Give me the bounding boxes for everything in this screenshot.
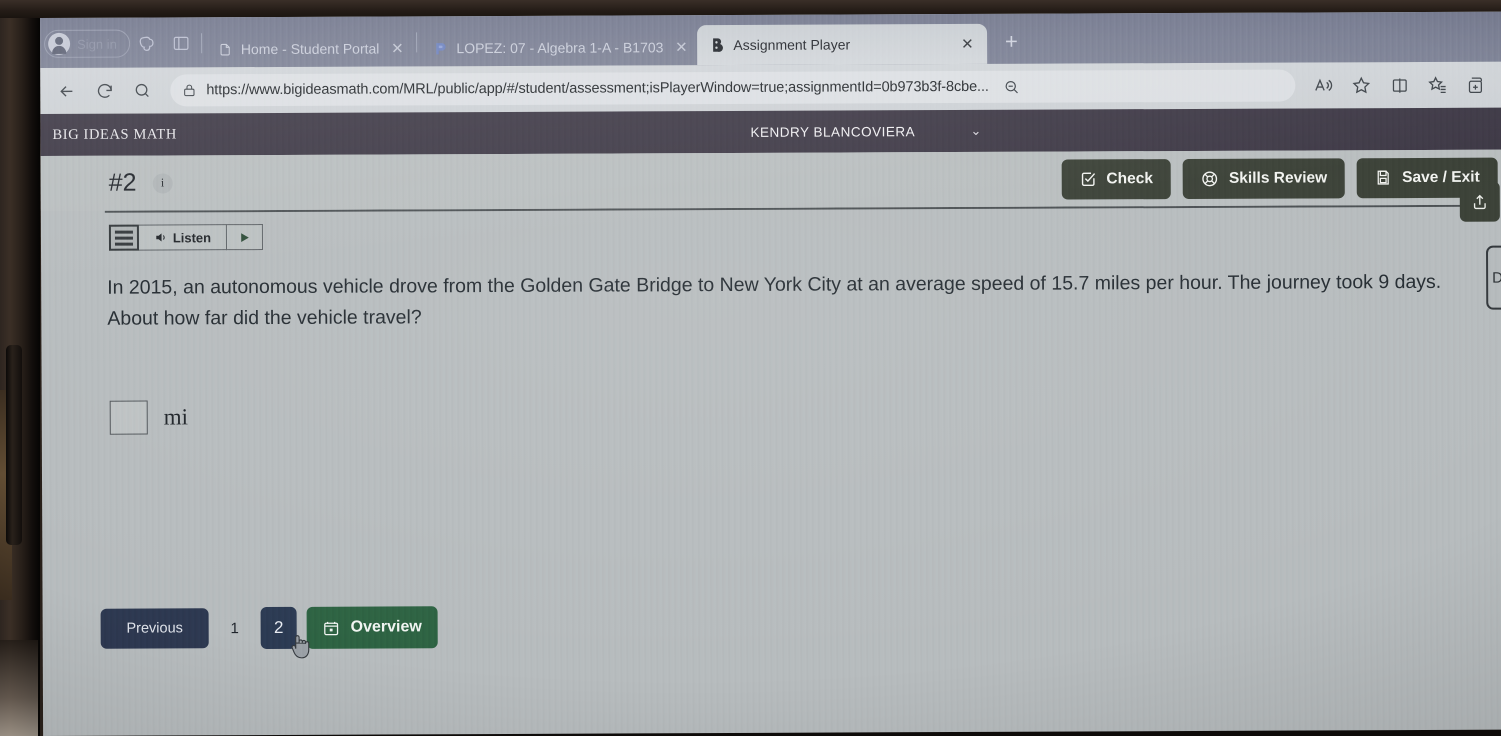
browser-tab-assignment-player[interactable]: Assignment Player ✕ [697,23,988,66]
tab-separator [200,33,202,54]
laptop-screen: Sign in Home - Student Portal ✕ LOPEZ: 0… [40,11,1501,736]
chevron-down-icon[interactable]: ⌄ [970,123,981,139]
question-prompt: In 2015, an autonomous vehicle drove fro… [107,270,1442,330]
split-screen-icon[interactable] [1381,67,1417,103]
share-upload-icon [1471,193,1489,211]
lock-icon [182,82,196,98]
new-tab-button[interactable]: + [995,26,1027,58]
account-avatar-icon [48,32,71,55]
floppy-save-icon [1375,169,1392,186]
refresh-icon[interactable] [86,73,122,109]
zoom-out-icon[interactable] [999,74,1025,100]
profile-label: Sign in [77,36,117,52]
copilot-icon[interactable] [130,26,164,60]
listen-button[interactable]: Listen [138,224,228,251]
browser-tab-lopez-algebra[interactable]: LOPEZ: 07 - Algebra 1-A - B1703 ✕ [420,29,697,66]
question-toolbar: #2 i Check Skills Review Save / Exit [40,149,1501,211]
calendar-grid-icon [323,619,340,636]
info-icon[interactable]: i [152,172,173,194]
page-icon [217,41,233,57]
answer-input[interactable] [109,400,148,435]
skills-review-label: Skills Review [1228,168,1328,187]
browser-toolbar-icons [1305,67,1493,104]
bigideasmath-logo: BIG IDEAS MATH [52,125,177,143]
tab-title: Assignment Player [733,36,851,53]
check-square-icon [1079,170,1096,187]
overview-button[interactable]: Overview [306,606,438,649]
bigideas-b-icon [709,37,725,53]
tab-layout-icon[interactable] [164,26,198,60]
browser-tab-strip: Sign in Home - Student Portal ✕ LOPEZ: 0… [40,11,1501,68]
browser-tab-home-student-portal[interactable]: Home - Student Portal ✕ [205,30,414,67]
play-triangle-icon[interactable] [226,224,264,251]
life-ring-icon [1201,169,1219,187]
close-icon[interactable]: ✕ [957,34,977,54]
url-bar[interactable]: https://www.bigideasmath.com/MRL/public/… [170,69,1296,107]
page-number-2[interactable]: 2 [260,606,297,650]
check-button[interactable]: Check [1061,158,1172,200]
speaker-icon [154,230,168,244]
share-button[interactable] [1459,181,1500,222]
previous-button[interactable]: Previous [100,608,209,649]
clipped-side-panel[interactable]: D [1486,245,1501,310]
close-icon[interactable]: ✕ [671,37,691,57]
toolbar-actions: Check Skills Review Save / Exit [1061,157,1501,200]
close-icon[interactable]: ✕ [387,38,407,58]
bottom-navigation: Previous 1 2 Overview [100,606,438,659]
overview-label: Overview [350,618,422,636]
list-menu-icon[interactable] [108,224,140,251]
app-header: BIG IDEAS MATH KENDRY BLANCOVIERA ⌄ [40,107,1501,156]
collections-icon[interactable] [1419,67,1455,103]
check-button-label: Check [1106,169,1153,187]
tab-title: LOPEZ: 07 - Algebra 1-A - B1703 [456,39,664,57]
search-icon[interactable] [124,72,160,108]
powerschool-icon [432,40,448,56]
add-to-collections-icon[interactable] [1457,67,1493,103]
answer-unit-label: mi [163,404,189,430]
url-text: https://www.bigideasmath.com/MRL/public/… [206,78,989,99]
desk-highlight [0,640,38,736]
favorite-star-icon[interactable] [1343,67,1379,103]
user-name: KENDRY BLANCOVIERA [750,123,916,140]
tab-separator [416,32,418,53]
listen-label: Listen [172,229,212,245]
clipped-panel-label: D [1492,269,1501,287]
browser-profile-button[interactable]: Sign in [44,29,130,58]
browser-address-bar: https://www.bigideasmath.com/MRL/public/… [40,61,1501,114]
laptop-hinge [6,345,22,545]
page-number-1[interactable]: 1 [209,620,261,637]
back-arrow-icon[interactable] [48,73,84,109]
listen-toolbar: Listen [108,224,264,251]
tab-title: Home - Student Portal [240,40,380,58]
question-number: #2 [108,168,137,197]
answer-row: mi [109,395,1501,435]
skills-review-button[interactable]: Skills Review [1182,157,1346,199]
read-aloud-icon[interactable] [1305,67,1341,103]
